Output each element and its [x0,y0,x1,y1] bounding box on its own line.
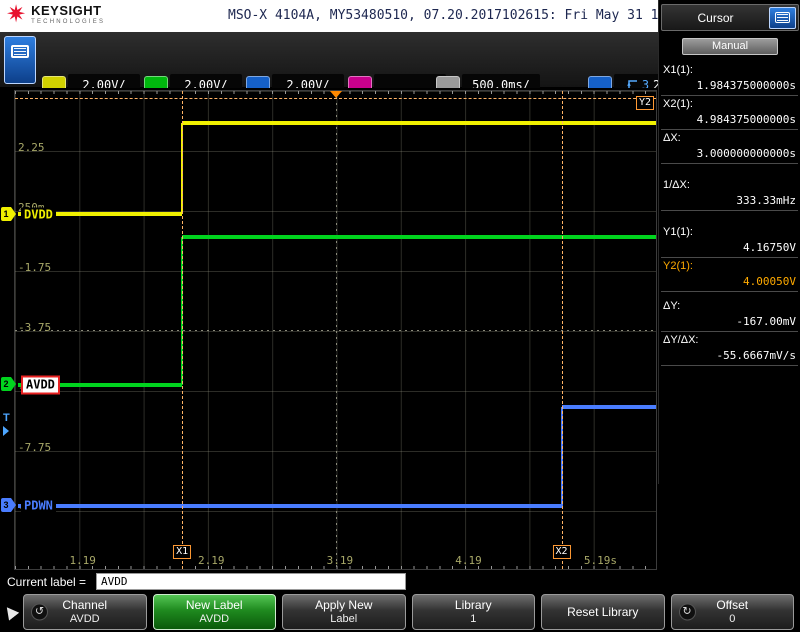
x-axis-label: 2.19 [198,554,225,567]
cursor-row-value: 4.00050V [743,275,796,288]
cursor-row-inv-dx: 1/ΔX: 333.33mHz [661,177,798,211]
y-axis-label: 2.25 [18,141,45,154]
x-axis-label: 4.19 [455,554,482,567]
cursor-x2-line[interactable] [561,91,563,569]
channel-marker-1[interactable]: 1 [1,206,16,221]
brand-subtitle: TECHNOLOGIES [31,19,106,25]
cursor-row-label: ΔX: [663,132,681,144]
cursor-row-value: -167.00mV [736,315,796,328]
x-axis-label: 5.19s [583,554,617,567]
cursor-readouts: X1(1): 1.984375000000s X2(1): 4.98437500… [661,62,798,366]
menu-icon [775,11,790,23]
cursor-row-x1: X1(1): 1.984375000000s [661,62,798,96]
cursor-row-label: Y2(1): [663,260,693,272]
cursor-menu-button[interactable] [769,6,796,29]
softkey-label: Offset [716,598,749,612]
cursor-row-label: ΔY: [663,300,681,312]
softkey-label: Channel [62,598,108,612]
y-axis-label: -3.75 [18,321,52,334]
y-axis-label: -7.75 [18,441,52,454]
knob-circle-icon: ↻ [678,603,696,621]
cursor-row-value: 3.000000000000s [696,147,796,160]
cursor-y2-tag[interactable]: Y2 [635,96,654,111]
cursor-row-value: 1.984375000000s [696,79,796,92]
cursor-x2-tag[interactable]: X2 [552,545,571,559]
softkey-label: Library [454,598,492,612]
x-axis-label: 1.19 [69,554,96,567]
keysight-logo: ✷ KEYSIGHT TECHNOLOGIES [6,3,105,27]
cursor-x1-line[interactable] [182,91,184,569]
cursor-panel-header: Cursor [661,4,799,31]
current-label-bar: Current label = [0,572,800,592]
trigger-level-marker[interactable]: T [3,412,10,436]
trace-label-dvdd[interactable]: DVDD [21,207,56,223]
trace-dvdd [182,121,656,126]
cursor-row-label: X1(1): [663,64,693,76]
softkey-sublabel: 1 [470,613,477,625]
cursor-row-dy-dx: ΔY/ΔX: -55.6667mV/s [661,332,798,366]
cursor-row-value: 333.33mHz [736,194,796,207]
current-label-caption: Current label = [7,575,87,589]
y-axis-label: -1.75 [18,261,52,274]
cursor-row-value: 4.984375000000s [696,113,796,126]
back-arrow-icon[interactable] [2,603,20,620]
softkey-offset[interactable]: ↻ Offset 0 [670,594,794,630]
softkey-new-label[interactable]: New Label AVDD [152,594,276,630]
softkey-library[interactable]: Library 1 [411,594,535,630]
cursor-row-x2: X2(1): 4.984375000000s [661,96,798,130]
trace-pdwn [561,404,656,409]
cursor-row-label: ΔY/ΔX: [663,334,699,346]
trigger-time-marker[interactable] [329,91,342,104]
current-label-input[interactable] [96,573,406,590]
channel-marker-2[interactable]: 2 [1,376,16,391]
main-menu-button[interactable] [4,36,36,84]
brand-name: KEYSIGHT [31,3,102,18]
cursor-row-value: 4.16750V [743,241,796,254]
softkey-sublabel: Label [330,613,358,625]
cursor-row-label: Y1(1): [663,226,693,238]
cursor-panel-title: Cursor [697,10,734,25]
cursor-row-label: 1/ΔX: [663,179,690,191]
cursor-row-dy: ΔY: -167.00mV [661,298,798,332]
softkey-sublabel: 0 [729,613,736,625]
trace-avdd [182,234,656,239]
trace-pdwn [17,504,562,509]
trace-label-pdwn[interactable]: PDWN [21,498,56,514]
keysight-spark-icon: ✷ [6,1,27,28]
softkey-apply-new-label[interactable]: Apply New Label [282,594,406,630]
plot-area: 4.25V2.25250m-1.75-3.75-5.75-7.75-9.751.… [14,90,657,570]
cursor-mode-button[interactable]: Manual [682,38,778,55]
y-axis-label: 4.25V [18,91,51,94]
softkey-channel[interactable]: ↺ Channel AVDD [23,594,147,630]
cursor-sidebar: Cursor Manual X1(1): 1.984375000000s X2(… [658,0,800,484]
softkey-sublabel: AVDD [69,613,100,625]
cursor-row-label: X2(1): [663,98,693,110]
trace-label-avdd[interactable]: AVDD [21,375,60,395]
cursor-row-y1: Y1(1): 4.16750V [661,224,798,258]
cursor-row-value: -55.6667mV/s [716,349,796,362]
menu-icon [11,45,29,58]
x-axis-label: 3.19 [326,554,354,567]
softkey-label: Apply New [315,598,373,612]
cursor-row-dx: ΔX: 3.000000000000s [661,130,798,164]
center-horizontal-gridline [15,330,656,331]
cursor-row-y2: Y2(1): 4.00050V [661,258,798,292]
softkey-menu: ↺ Channel AVDD New Label AVDD Apply New … [0,592,800,632]
softkey-sublabel: AVDD [199,613,230,625]
softkey-reset-library[interactable]: Reset Library [541,594,665,630]
softkey-label: New Label [185,598,243,612]
softkey-label: Reset Library [567,605,639,619]
back-circle-icon: ↺ [31,603,48,621]
cursor-x1-tag[interactable]: X1 [173,545,192,559]
channel-marker-3[interactable]: 3 [1,498,16,513]
